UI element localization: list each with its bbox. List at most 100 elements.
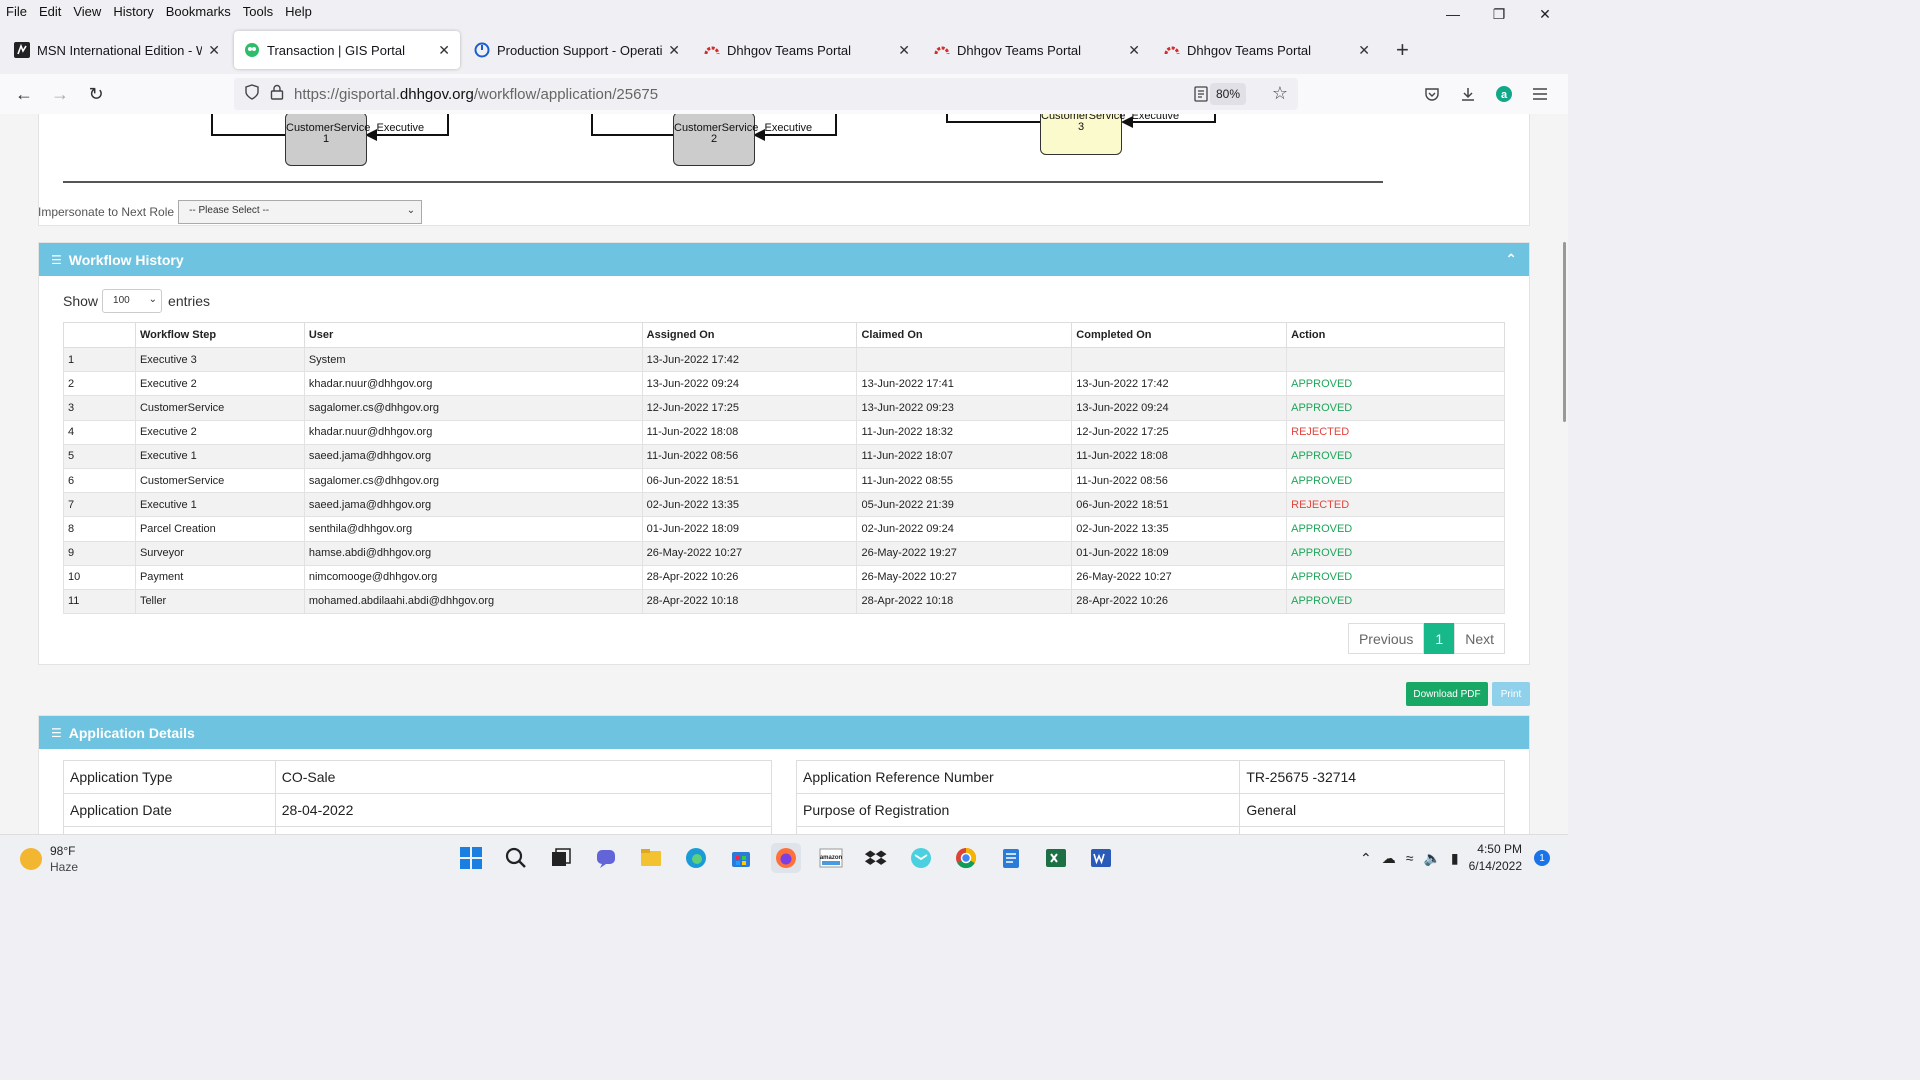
table-cell: 7 [63, 492, 136, 518]
impersonate-select[interactable]: -- Please Select -- ⌄ [178, 200, 423, 224]
column-header[interactable]: Claimed On [856, 322, 1073, 348]
tab-gis-portal[interactable]: Transaction | GIS Portal ✕ [234, 31, 460, 69]
table-cell: 26-May-2022 10:27 [1071, 564, 1288, 590]
battery-icon[interactable]: ▮ [1451, 850, 1459, 867]
table-cell: 13-Jun-2022 17:42 [641, 346, 858, 373]
menu-bar: File Edit View History Bookmarks Tools H… [0, 0, 1568, 22]
teams-chat-icon[interactable] [591, 843, 621, 873]
close-window-icon[interactable]: ✕ [1522, 0, 1568, 28]
weather-widget[interactable]: 98°F Haze [20, 843, 78, 875]
reload-icon[interactable]: ↻ [78, 78, 114, 110]
application-details-panel: ☰ Application Details Application Type CO… [38, 715, 1530, 834]
tab-production-support[interactable]: Production Support - Operation ✕ [464, 31, 690, 69]
print-button[interactable]: Print [1492, 682, 1530, 706]
tab-title: Dhhgov Teams Portal [957, 42, 1082, 58]
collapse-icon[interactable]: ⌃ [1505, 251, 1517, 268]
tab-teams-portal-1[interactable]: Dhhgov Teams Portal ✕ [694, 31, 920, 69]
close-tab-icon[interactable]: ✕ [898, 42, 910, 59]
next-page-button[interactable]: Next [1454, 623, 1505, 654]
menu-help[interactable]: Help [279, 4, 318, 19]
task-view-icon[interactable] [546, 843, 576, 873]
table-cell: 11-Jun-2022 08:56 [641, 443, 858, 469]
page-1-button[interactable]: 1 [1424, 623, 1455, 654]
previous-page-button[interactable]: Previous [1347, 623, 1425, 654]
close-tab-icon[interactable]: ✕ [668, 42, 680, 59]
tab-teams-portal-2[interactable]: Dhhgov Teams Portal ✕ [924, 31, 1150, 69]
download-pdf-button[interactable]: Download PDF [1406, 682, 1488, 706]
download-icon[interactable] [1450, 78, 1486, 110]
file-explorer-icon[interactable] [636, 843, 666, 873]
chrome-icon[interactable] [951, 843, 981, 873]
page-scrollbar[interactable] [1560, 114, 1568, 834]
close-tab-icon[interactable]: ✕ [438, 42, 450, 59]
hamburger-menu-icon[interactable] [1522, 78, 1558, 110]
menu-view[interactable]: View [67, 4, 107, 19]
menu-tools[interactable]: Tools [237, 4, 279, 19]
column-header[interactable]: Action [1286, 322, 1505, 348]
column-header[interactable]: Workflow Step [134, 322, 305, 348]
wifi-icon[interactable]: ≈ [1406, 850, 1414, 866]
notification-badge[interactable]: 1 [1534, 850, 1550, 866]
menu-history[interactable]: History [107, 4, 159, 19]
edge-icon[interactable] [681, 843, 711, 873]
table-cell: 28-Apr-2022 10:26 [1071, 588, 1288, 615]
reader-view-icon[interactable] [1194, 86, 1208, 106]
list-icon: ☰ [51, 252, 62, 267]
table-row: 11 Teller mohamed.abdilaahi.abdi@dhhgov.or… [63, 588, 1505, 615]
menu-edit[interactable]: Edit [33, 4, 67, 19]
excel-icon[interactable] [1041, 843, 1071, 873]
tab-msn[interactable]: MSN International Edition - Wo ✕ [4, 31, 230, 69]
panel-title: Application Details [68, 724, 195, 741]
action-status: APPROVED [1286, 540, 1505, 566]
column-header[interactable]: User [303, 322, 643, 348]
shield-icon[interactable] [244, 84, 260, 104]
close-tab-icon[interactable]: ✕ [1128, 42, 1140, 59]
close-tab-icon[interactable]: ✕ [208, 42, 220, 59]
table-cell: khadar.nuur@dhhgov.org [303, 419, 643, 445]
amazon-icon[interactable]: amazon [816, 843, 846, 873]
windows-start-icon[interactable] [456, 843, 486, 873]
chevron-up-icon[interactable]: ⌃ [1360, 850, 1372, 867]
tab-teams-portal-3[interactable]: Dhhgov Teams Portal ✕ [1154, 31, 1380, 69]
forward-icon[interactable]: → [42, 78, 78, 110]
onedrive-icon[interactable]: ☁ [1382, 850, 1396, 867]
restore-icon[interactable]: ❐ [1476, 0, 1522, 28]
table-cell: 12-Jun-2022 17:25 [641, 395, 858, 421]
mail-icon[interactable] [906, 843, 936, 873]
back-icon[interactable]: ← [6, 78, 42, 110]
search-icon[interactable] [501, 843, 531, 873]
impersonate-label: Impersonate to Next Role [38, 205, 175, 219]
entries-select[interactable]: 100 ⌄ [102, 289, 163, 313]
gis-portal-icon [244, 42, 260, 58]
table-cell: 11 [63, 588, 136, 615]
new-tab-icon[interactable]: + [1396, 37, 1409, 63]
firefox-icon[interactable] [771, 843, 801, 873]
dropbox-icon[interactable] [861, 843, 891, 873]
word-icon[interactable] [1086, 843, 1116, 873]
column-header[interactable]: Completed On [1071, 322, 1288, 348]
table-row: Application Date 28-04-2022 [63, 793, 773, 827]
svg-text:amazon: amazon [820, 855, 843, 861]
account-icon[interactable]: a [1486, 78, 1522, 110]
close-tab-icon[interactable]: ✕ [1358, 42, 1370, 59]
clock[interactable]: 4:50 PM 6/14/2022 [1469, 841, 1522, 875]
menu-file[interactable]: File [0, 4, 33, 19]
notepad-icon[interactable] [996, 843, 1026, 873]
tab-title: Dhhgov Teams Portal [727, 42, 852, 58]
store-icon[interactable] [726, 843, 756, 873]
table-cell: 3 [63, 395, 136, 421]
bookmark-star-icon[interactable]: ☆ [1272, 83, 1288, 104]
action-status: APPROVED [1286, 467, 1505, 494]
teams-portal-icon [934, 42, 950, 58]
volume-icon[interactable]: 🔈 [1423, 850, 1440, 867]
table-cell: 01-Jun-2022 18:09 [641, 516, 858, 542]
address-bar[interactable]: https://gisportal.dhhgov.org/workflow/ap… [234, 78, 1298, 110]
column-header[interactable]: Assigned On [641, 322, 858, 348]
menu-bookmarks[interactable]: Bookmarks [160, 4, 237, 19]
column-header[interactable] [63, 322, 136, 348]
zoom-level[interactable]: 80% [1209, 83, 1246, 105]
pocket-icon[interactable] [1414, 78, 1450, 110]
lock-icon[interactable] [270, 84, 284, 104]
entries-length-control: Show 100 ⌄ entries [63, 289, 210, 313]
minimize-icon[interactable]: — [1430, 0, 1476, 28]
